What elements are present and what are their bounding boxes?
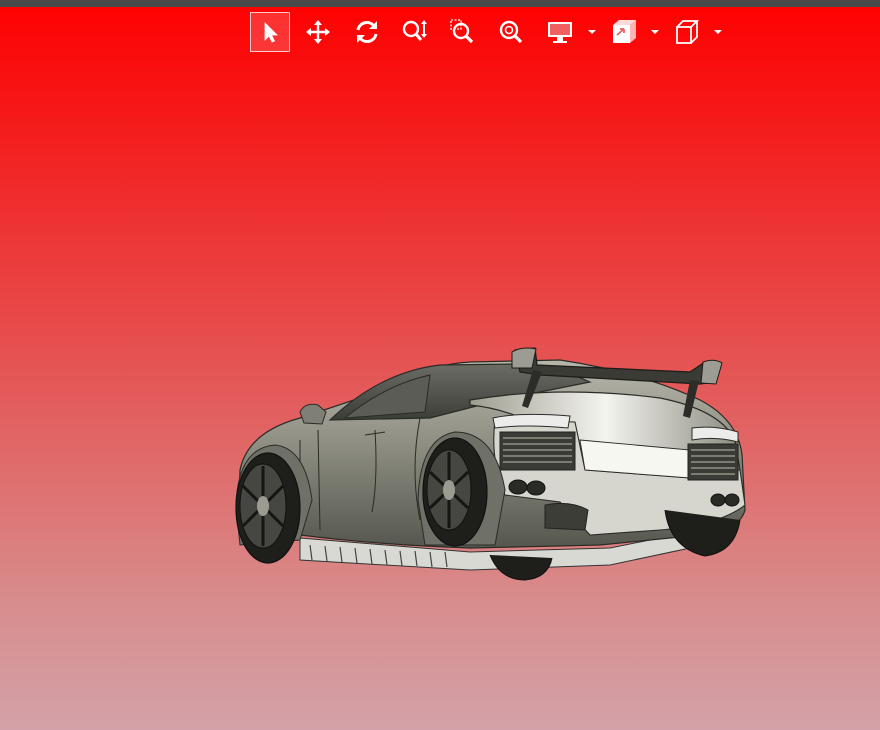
window-top-bar [0,0,880,7]
chevron-down-icon [714,30,722,34]
select-tool-button[interactable] [250,12,290,52]
front-wheel [235,452,301,564]
zoom-tool-button[interactable] [395,12,435,52]
side-mirror [299,403,327,425]
zoom-fit-tool-button[interactable] [491,12,531,52]
chevron-down-icon [651,30,659,34]
rotate-icon [356,21,378,43]
section-view-dropdown[interactable] [649,24,661,40]
hidden-wheel [489,554,553,581]
pan-move-icon [306,20,330,44]
display-mode-button[interactable] [540,12,580,52]
standard-views-dropdown[interactable] [712,24,724,40]
rear-wheel-left [422,437,488,547]
rear-grille-right [687,443,739,481]
viewer-toolbar [250,12,730,52]
3d-viewport[interactable] [0,60,880,730]
select-arrow-icon [264,22,278,43]
zoom-icon [402,20,427,41]
section-view-button[interactable] [604,12,644,52]
zoom-window-tool-button[interactable] [443,12,483,52]
cube-view-icon [676,20,700,44]
zoom-window-icon [450,19,474,44]
standard-views-button[interactable] [667,12,707,52]
pan-tool-button[interactable] [298,12,338,52]
car-model[interactable] [0,60,880,730]
rotate-tool-button[interactable] [347,12,387,52]
zoom-fit-icon [499,20,523,44]
chevron-down-icon [588,30,596,34]
rear-grille-left [499,431,576,471]
display-mode-dropdown[interactable] [586,24,598,40]
section-view-icon [613,20,636,43]
monitor-icon [548,22,572,43]
